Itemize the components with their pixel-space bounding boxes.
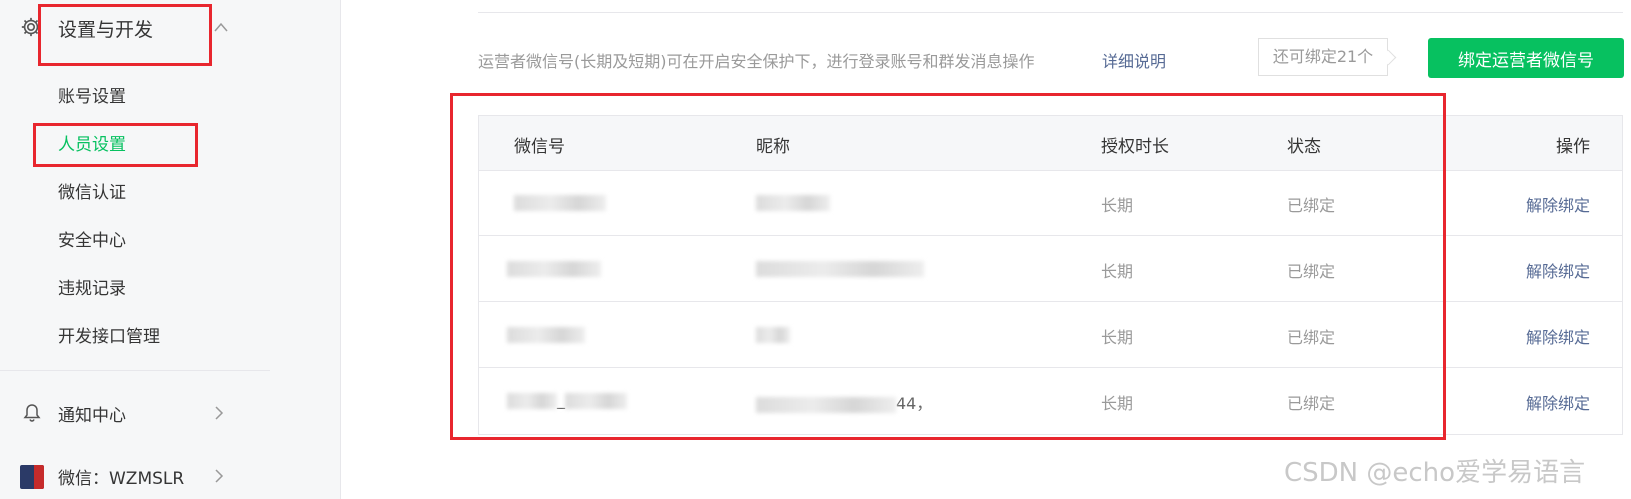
sidebar-item-violation-records[interactable]: 违规记录 [58, 274, 126, 299]
cell-wechat-id [514, 192, 606, 211]
sidebar-item-personnel-settings[interactable]: 人员设置 [58, 130, 126, 155]
redacted-value [565, 392, 627, 409]
redacted-value [507, 392, 557, 409]
header-nickname: 昵称 [756, 137, 790, 157]
cell-status: 已绑定 [1287, 328, 1336, 347]
bell-icon [23, 404, 41, 422]
sidebar: 设置与开发 账号设置 人员设置 微信认证 安全中心 违规记录 开发接口管理 通知… [0, 0, 341, 499]
table-row: _ 44， 长期 已绑定 解除绑定 [479, 368, 1622, 434]
cell-status: 已绑定 [1287, 196, 1336, 215]
redacted-value [514, 194, 606, 211]
gear-icon [21, 17, 41, 37]
detail-link[interactable]: 详细说明 [1102, 48, 1166, 72]
header-duration: 授权时长 [1101, 137, 1169, 157]
watermark: CSDN @echo爱学易语言 [1284, 458, 1586, 488]
redacted-value [756, 194, 830, 211]
sidebar-divider [0, 370, 270, 371]
sidebar-item-notifications[interactable]: 通知中心 [0, 393, 270, 433]
table-header: 微信号 昵称 授权时长 状态 操作 [479, 116, 1622, 171]
remaining-count-badge: 还可绑定21个 [1258, 38, 1388, 76]
sidebar-item-developer-api[interactable]: 开发接口管理 [58, 322, 160, 347]
sidebar-item-account-settings[interactable]: 账号设置 [58, 82, 126, 107]
wechat-id-visible-fragment: _ [557, 390, 565, 409]
sidebar-item-wechat-verification[interactable]: 微信认证 [58, 178, 126, 203]
bind-operator-button[interactable]: 绑定运营者微信号 [1428, 38, 1624, 78]
wechat-account-label: 微信：WZMSLR [58, 469, 185, 489]
operators-table: 微信号 昵称 授权时长 状态 操作 长期 已绑定 解除绑定 长期 已绑定 解除绑… [478, 115, 1623, 435]
cell-wechat-id [507, 258, 601, 277]
cell-duration: 长期 [1101, 328, 1134, 347]
header-wechat-id: 微信号 [514, 137, 565, 157]
cell-status: 已绑定 [1287, 394, 1336, 413]
cell-wechat-id [507, 324, 585, 343]
chevron-up-icon [214, 22, 228, 32]
unbind-link[interactable]: 解除绑定 [1526, 192, 1590, 216]
sidebar-item-wechat-account[interactable]: 微信：WZMSLR [0, 456, 270, 496]
cell-duration: 长期 [1101, 394, 1134, 413]
redacted-value [507, 326, 585, 343]
cell-duration: 长期 [1101, 262, 1134, 281]
redacted-value [756, 326, 790, 343]
nickname-visible-fragment: 44， [896, 394, 933, 413]
unbind-link[interactable]: 解除绑定 [1526, 324, 1590, 348]
cell-nickname: 44， [756, 390, 932, 414]
table-row: 长期 已绑定 解除绑定 [479, 236, 1622, 302]
cell-duration: 长期 [1101, 196, 1134, 215]
header-status: 状态 [1287, 137, 1321, 157]
cell-nickname [756, 192, 830, 211]
cell-nickname [756, 324, 790, 343]
chevron-right-icon [215, 469, 224, 483]
redacted-value [507, 260, 601, 277]
avatar [20, 465, 44, 489]
redacted-value [756, 396, 896, 413]
table-row: 长期 已绑定 解除绑定 [479, 170, 1622, 236]
redacted-value [756, 260, 924, 277]
header-action: 操作 [1556, 137, 1590, 157]
settings-section-header[interactable]: 设置与开发 [0, 0, 340, 60]
top-divider [478, 12, 1623, 13]
notifications-label: 通知中心 [58, 406, 126, 426]
chevron-right-icon [215, 406, 224, 420]
cell-wechat-id: _ [507, 390, 627, 409]
sidebar-item-security-center[interactable]: 安全中心 [58, 226, 126, 251]
info-text: 运营者微信号(长期及短期)可在开启安全保护下，进行登录账号和群发消息操作 [478, 52, 1035, 71]
cell-status: 已绑定 [1287, 262, 1336, 281]
unbind-link[interactable]: 解除绑定 [1526, 258, 1590, 282]
cell-nickname [756, 258, 924, 277]
settings-section-title: 设置与开发 [58, 19, 154, 41]
table-row: 长期 已绑定 解除绑定 [479, 302, 1622, 368]
unbind-link[interactable]: 解除绑定 [1526, 390, 1590, 414]
